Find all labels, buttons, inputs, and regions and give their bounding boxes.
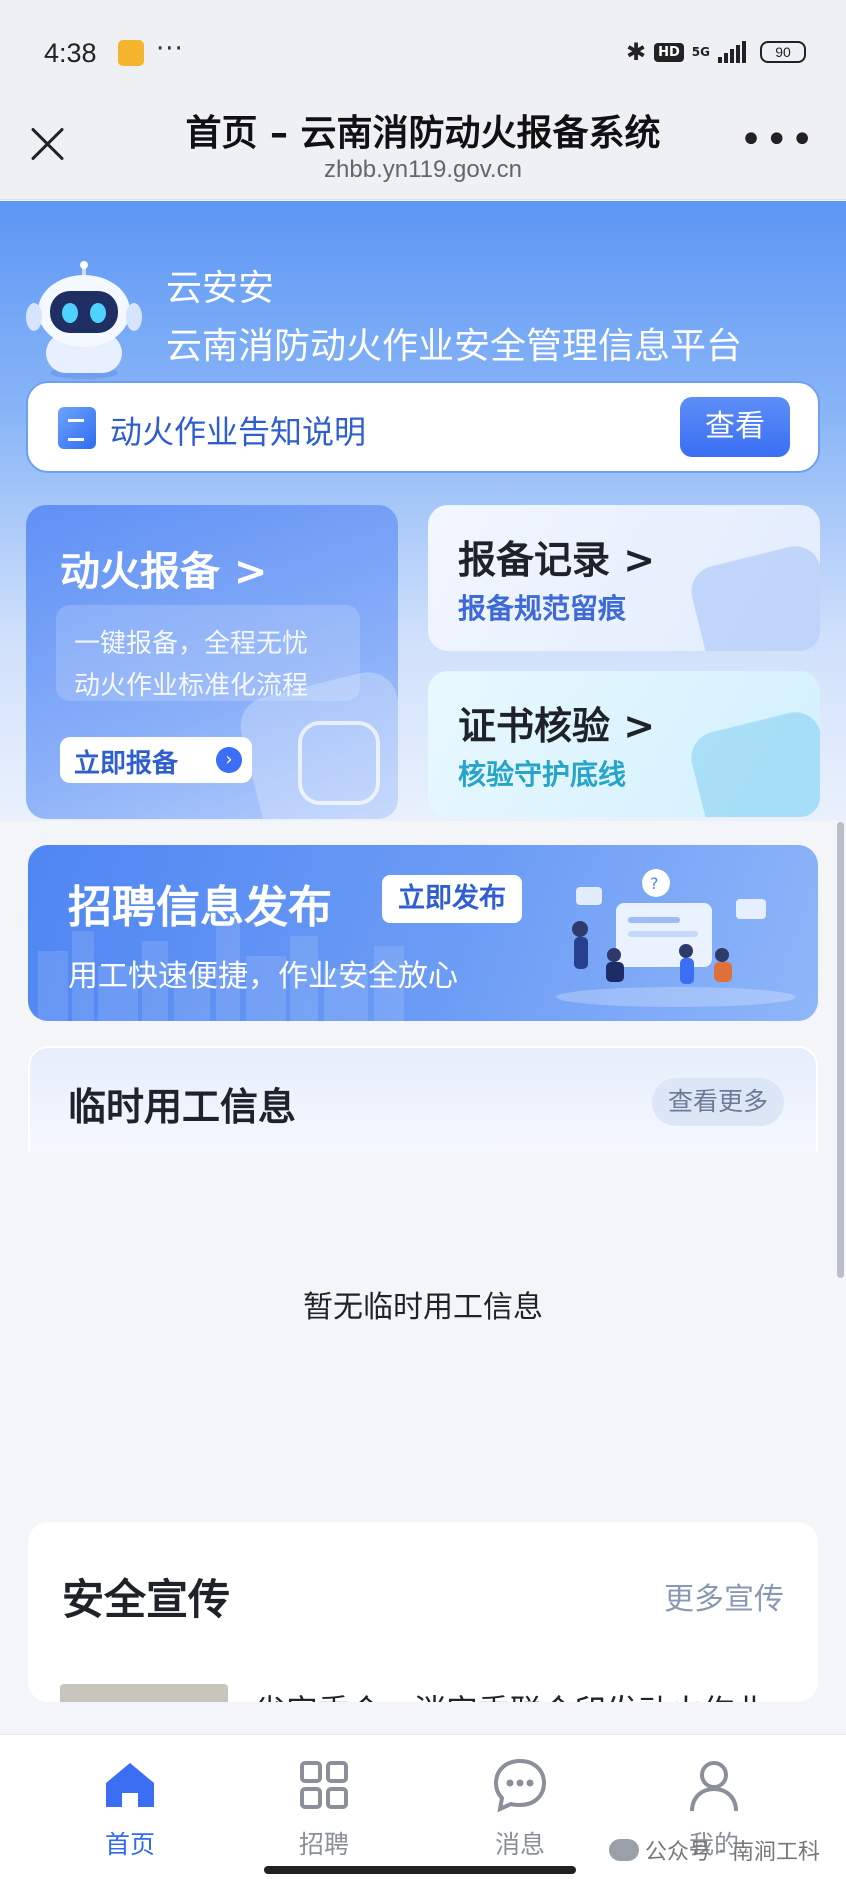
cert-verify-title: 证书核验 >: [458, 704, 656, 748]
cert-verify-card[interactable]: 证书核验 > 核验守护底线: [428, 671, 820, 817]
wechat-icon: [609, 1839, 640, 1861]
tab-messages[interactable]: 消息: [460, 1749, 580, 1859]
network-type: 5G: [691, 45, 710, 59]
tab-home[interactable]: 首页: [70, 1749, 190, 1859]
clipboard-icon: [685, 540, 820, 651]
tab-recruit-label: 招聘: [298, 1830, 349, 1859]
status-time: 4:38: [44, 38, 97, 68]
publish-now-button[interactable]: 立即发布: [382, 875, 522, 923]
recruit-title: 招聘信息发布: [68, 882, 332, 933]
chevron-right-icon: ›: [216, 747, 242, 773]
report-now-button[interactable]: 立即报备 ›: [60, 737, 252, 783]
safety-promo-section: 安全宣传 更多宣传 省安委会、消安委联合印发动火作业: [28, 1522, 818, 1702]
fire-report-desc-1: 一键报备，全程无忧: [74, 629, 309, 659]
news-thumbnail[interactable]: [60, 1684, 228, 1702]
browser-title-bar: 首页 – 云南消防动火报备系统 zhbb.yn119.gov.cn •••: [0, 100, 846, 200]
svg-text:?: ?: [650, 874, 659, 893]
watermark: 公众号 · 南涧工科: [609, 1834, 820, 1866]
status-bar: 4:38 ··· ✱ HD 5G 90: [0, 0, 846, 100]
view-notice-button[interactable]: 查看: [680, 397, 790, 457]
notice-bar[interactable]: 动火作业告知说明 查看: [26, 381, 820, 473]
grid-icon: [300, 1761, 348, 1809]
recruit-subtitle: 用工快速便捷，作业安全放心: [68, 959, 458, 994]
watermark-text: 公众号 · 南涧工科: [645, 1840, 820, 1865]
bluetooth-icon: ✱: [626, 38, 647, 66]
report-records-title: 报备记录 >: [458, 538, 656, 582]
fire-report-card[interactable]: 动火报备 > 一键报备，全程无忧 动火作业标准化流程 立即报备 ›: [26, 505, 398, 819]
notification-app-icon: [118, 40, 144, 66]
chat-icon: [493, 1758, 547, 1813]
robot-mascot-icon: [26, 261, 142, 379]
user-icon: [690, 1761, 738, 1812]
notice-text: 动火作业告知说明: [110, 413, 367, 451]
status-indicators: ✱ HD 5G 90: [626, 38, 806, 66]
safety-title: 安全宣传: [62, 1575, 231, 1624]
home-icon: [106, 1763, 154, 1807]
signal-icon: [718, 41, 746, 63]
cert-verify-subtitle: 核验守护底线: [458, 758, 627, 791]
recruit-banner[interactable]: 招聘信息发布 立即发布 用工快速便捷，作业安全放心 ?: [28, 845, 818, 1021]
hd-badge: HD: [654, 42, 684, 62]
tab-recruit[interactable]: 招聘: [264, 1749, 384, 1859]
team-meeting-illustration: ?: [556, 869, 796, 1007]
page-url: zhbb.yn119.gov.cn: [324, 156, 522, 183]
temp-work-title: 临时用工信息: [68, 1085, 297, 1129]
fire-report-desc-2: 动火作业标准化流程: [74, 671, 309, 701]
platform-title: 云南消防动火作业安全管理信息平台: [166, 326, 743, 367]
home-indicator[interactable]: [264, 1866, 576, 1874]
page-scrollbar[interactable]: [837, 822, 844, 1278]
tab-home-label: 首页: [104, 1830, 155, 1859]
report-now-label: 立即报备: [74, 749, 179, 779]
more-promo-link[interactable]: 更多宣传: [664, 1574, 784, 1618]
status-more-indicator: ···: [156, 34, 184, 64]
report-records-card[interactable]: 报备记录 > 报备规范留痕: [428, 505, 820, 651]
fire-report-title: 动火报备 >: [60, 549, 268, 595]
temp-work-empty-text: 暂无临时用工信息: [303, 1290, 543, 1325]
document-icon: [58, 407, 96, 449]
hero-section: 云安安 云南消防动火作业安全管理信息平台 动火作业告知说明 查看 动火报备 > …: [0, 201, 846, 821]
assistant-name: 云安安: [166, 268, 275, 309]
battery-icon: 90: [760, 41, 806, 63]
page-title: 首页 – 云南消防动火报备系统: [185, 113, 661, 154]
news-title[interactable]: 省安委会、消安委联合印发动火作业: [254, 1686, 766, 1702]
view-more-button[interactable]: 查看更多: [651, 1078, 784, 1126]
report-records-subtitle: 报备规范留痕: [458, 592, 627, 625]
more-options-icon[interactable]: •••: [739, 120, 816, 160]
smile-box-icon: [298, 721, 380, 805]
id-card-icon: [685, 706, 820, 817]
tab-messages-label: 消息: [494, 1830, 545, 1859]
temp-work-section: 临时用工信息 查看更多: [28, 1046, 818, 1152]
